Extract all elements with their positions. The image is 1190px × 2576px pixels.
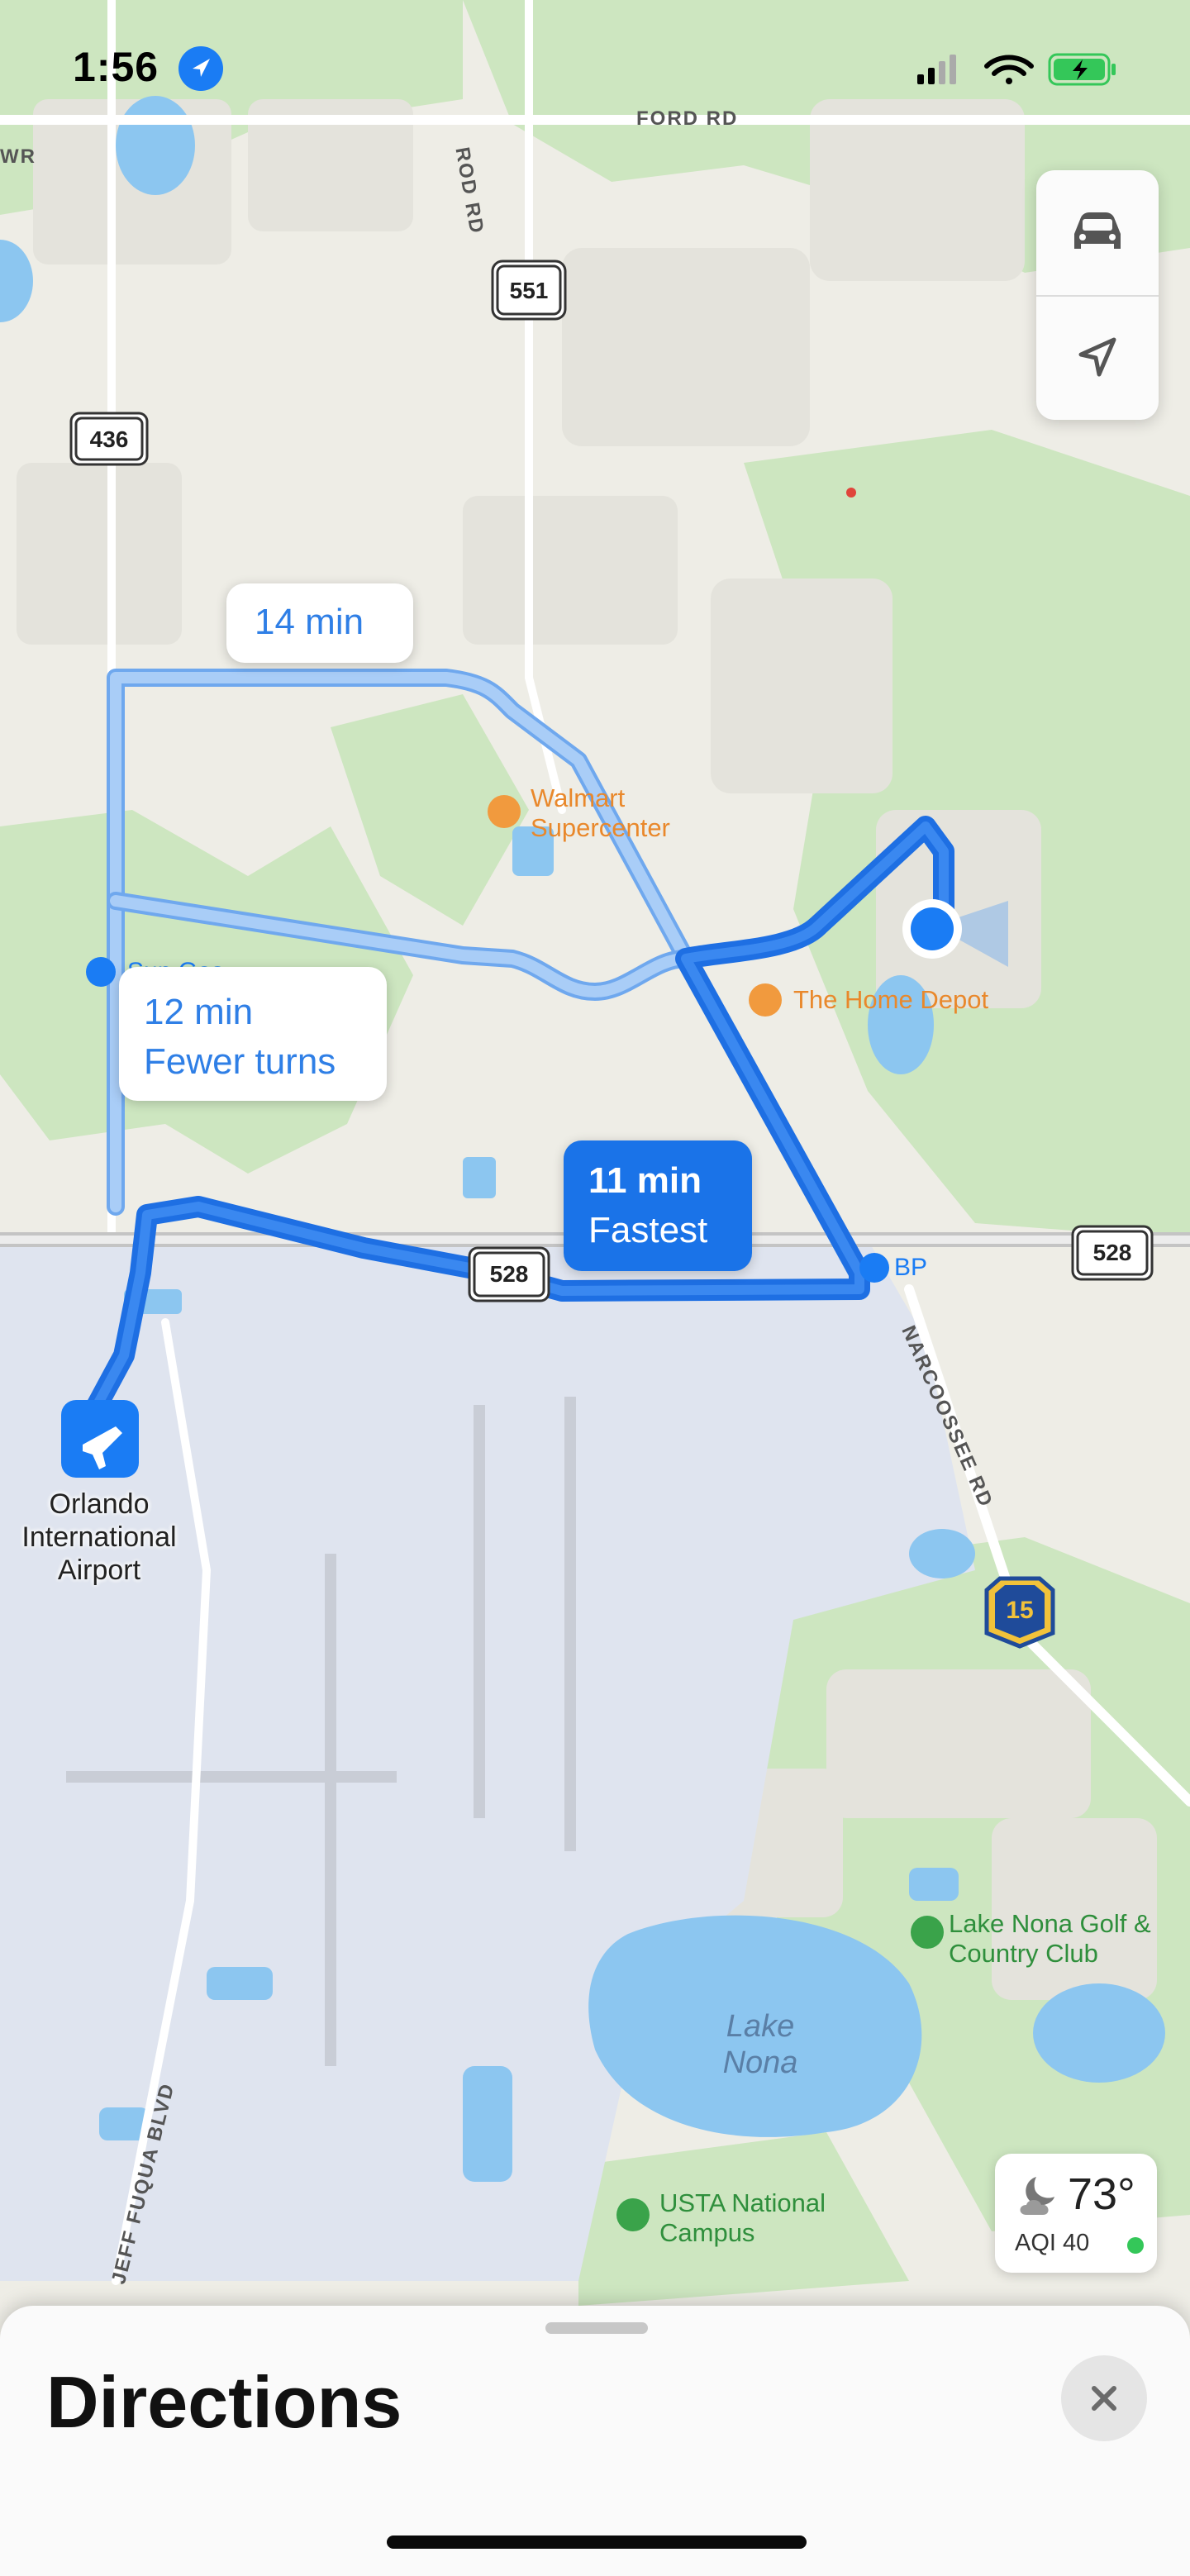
usta-pin-icon	[616, 2198, 650, 2231]
weather-temperature: 73°	[1068, 2169, 1135, 2219]
route-bubble-14min[interactable]: 14 min	[226, 583, 413, 663]
poi-walmart-label[interactable]: Walmart Supercenter	[531, 783, 670, 843]
home-depot-pin-icon	[749, 983, 782, 1017]
wifi-icon	[984, 55, 1034, 84]
home-indicator[interactable]	[387, 2536, 807, 2549]
walmart-pin-icon	[488, 795, 521, 828]
shield-528-center-label: 528	[489, 1261, 529, 1287]
sheet-title: Directions	[46, 2361, 402, 2443]
battery-charging-icon	[1048, 53, 1116, 86]
directions-sheet[interactable]: Directions	[0, 2306, 1190, 2576]
sun-gas-pin-icon	[86, 957, 116, 987]
poi-home-depot-label[interactable]: The Home Depot	[793, 985, 988, 1015]
drive-mode-button[interactable]	[1036, 170, 1159, 294]
moon-cloud-icon	[1020, 2177, 1054, 2215]
shield-436-label: 436	[89, 426, 129, 452]
shield-528-right-label: 528	[1092, 1240, 1132, 1265]
route-time-14min: 14 min	[255, 602, 364, 642]
route-note-11min: Fastest	[588, 1210, 708, 1250]
poi-airport-label[interactable]: Orlando International Airport	[0, 1488, 198, 1587]
airport-marker	[61, 1400, 139, 1478]
cellular-signal-icon	[917, 55, 956, 84]
bp-pin-icon	[859, 1253, 889, 1283]
status-bar: 1:56	[0, 0, 1190, 132]
route-time-12min: 12 min	[144, 992, 254, 1032]
poi-usta-label[interactable]: USTA National Campus	[659, 2188, 826, 2248]
status-time: 1:56	[73, 44, 159, 90]
shield-15-label: 15	[1006, 1597, 1034, 1624]
weather-widget[interactable]: 73° AQI 40	[995, 2154, 1157, 2273]
tracking-button[interactable]	[1036, 296, 1159, 420]
route-note-12min: Fewer turns	[144, 1041, 336, 1082]
weather-aqi: AQI 40	[1015, 2230, 1090, 2256]
route-bubble-11min[interactable]: 11 min Fastest	[564, 1140, 752, 1271]
close-button[interactable]	[1061, 2355, 1147, 2441]
poi-bp-label[interactable]: BP	[894, 1253, 927, 1283]
poi-golf-label[interactable]: Lake Nona Golf & Country Club	[949, 1909, 1151, 1969]
close-icon	[1092, 2386, 1116, 2411]
location-arrow-icon	[178, 46, 223, 91]
status-indicators	[917, 50, 1140, 91]
road-label-wr: WR	[0, 145, 36, 168]
route-bubble-12min[interactable]: 12 min Fewer turns	[119, 967, 387, 1101]
location-arrow-outline-icon	[1078, 337, 1116, 377]
aqi-status-dot	[1127, 2237, 1144, 2254]
lake-nona-label: Lake Nona	[722, 2009, 798, 2080]
shield-551-label: 551	[509, 278, 549, 303]
map-controls	[1036, 170, 1159, 420]
poi-dot-red	[846, 488, 856, 498]
route-time-11min: 11 min	[588, 1160, 702, 1201]
car-icon	[1074, 212, 1121, 249]
sheet-grabber[interactable]	[545, 2322, 648, 2334]
golf-pin-icon	[911, 1916, 944, 1949]
